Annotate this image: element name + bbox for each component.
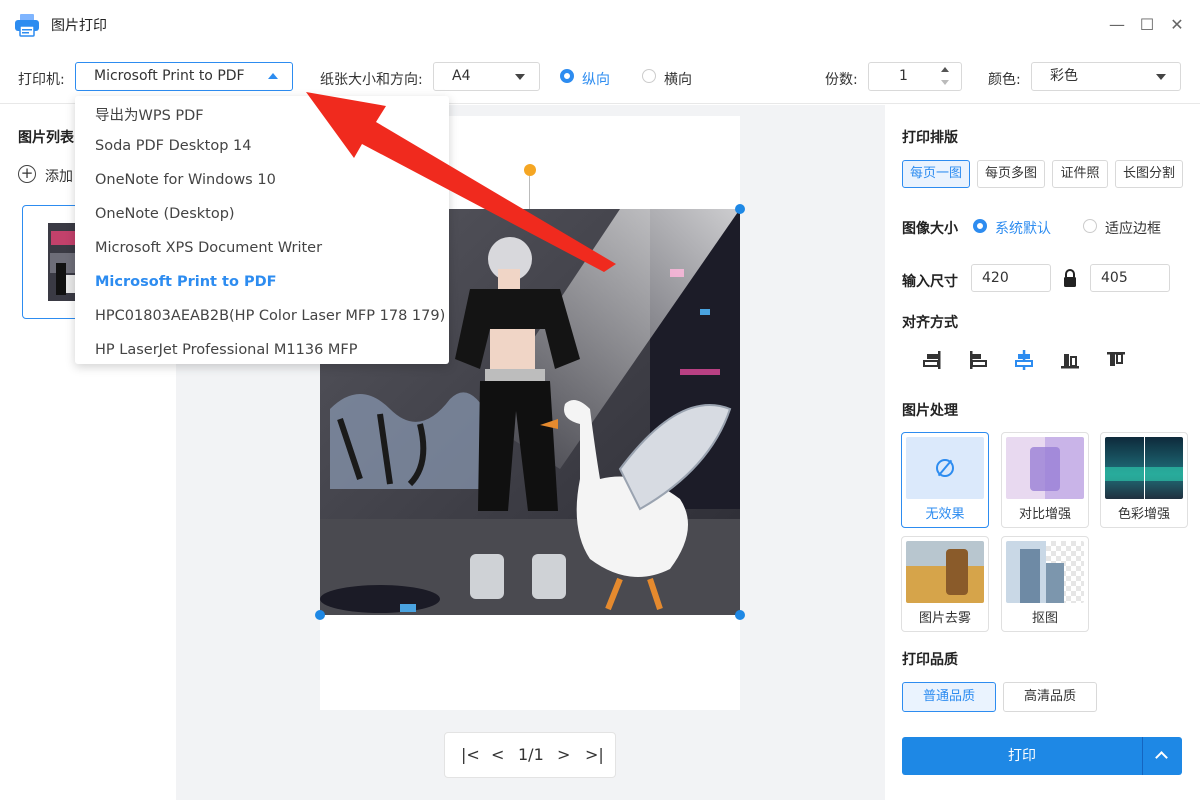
printer-select[interactable]: Microsoft Print to PDF [75,62,293,91]
effect-contrast[interactable]: 对比增强 [1001,432,1089,528]
caret-down-icon [1156,74,1166,80]
next-page-button[interactable]: > [557,745,570,764]
pagination: |< < 1/1 > >| [444,732,616,778]
width-input[interactable]: 420 [971,264,1051,292]
printer-option[interactable]: Microsoft XPS Document Writer [95,240,322,256]
portrait-radio[interactable] [560,69,574,83]
chevron-up-icon[interactable] [1155,751,1168,764]
size-default-radio[interactable] [973,219,987,233]
effect-cutout[interactable]: 抠图 [1001,536,1089,632]
settings-panel: 打印排版 每页一图 每页多图 证件照 长图分割 图像大小 系统默认 适应边框 输… [885,105,1200,800]
stepper-up-icon[interactable] [941,67,949,72]
effect-none-preview [906,437,984,499]
size-default-label[interactable]: 系统默认 [995,218,1051,238]
print-button-label: 打印 [1008,748,1036,764]
effect-none[interactable]: 无效果 [901,432,989,528]
effect-contrast-preview [1006,437,1084,499]
print-quality-title: 打印品质 [902,652,958,668]
landscape-label[interactable]: 横向 [664,69,692,89]
image-list-title: 图片列表 [18,130,74,146]
window-title: 图片打印 [51,18,107,34]
printer-icon [15,14,39,37]
resize-handle-top-right[interactable] [735,204,745,214]
printer-option[interactable]: OneNote for Windows 10 [95,172,276,188]
effect-color-preview [1105,437,1183,499]
color-select[interactable]: 彩色 [1031,62,1181,91]
last-page-button[interactable]: >| [585,745,604,764]
effect-color[interactable]: 色彩增强 [1100,432,1188,528]
portrait-label[interactable]: 纵向 [582,69,610,89]
image-processing-title: 图片处理 [902,403,958,419]
quality-normal[interactable]: 普通品质 [902,682,996,712]
layout-one-per-page[interactable]: 每页一图 [902,160,970,188]
printer-option[interactable]: OneNote (Desktop) [95,206,235,222]
input-size-label: 输入尺寸 [902,274,958,290]
size-fit-radio[interactable] [1083,219,1097,233]
printer-option[interactable]: HPC01803AEAB2B(HP Color Laser MFP 178 17… [95,308,445,324]
effect-dehaze-preview [906,541,984,603]
align-top-icon[interactable] [1105,349,1127,371]
printer-option[interactable]: 导出为WPS PDF [95,104,204,125]
layout-multi-per-page[interactable]: 每页多图 [977,160,1045,188]
effect-contrast-label: 对比增强 [1018,507,1071,522]
add-icon[interactable]: + [18,165,36,183]
layout-id-photo[interactable]: 证件照 [1052,160,1108,188]
rotate-handle[interactable] [524,164,536,176]
effect-cutout-preview [1006,541,1084,603]
caret-down-icon [515,74,525,80]
first-page-button[interactable]: |< [461,745,480,764]
paper-select-value: A4 [452,68,471,84]
printer-label: 打印机: [18,72,65,88]
add-image-button[interactable]: 添加 [45,166,73,186]
stepper-down-icon[interactable] [941,80,949,85]
rotate-handle-line [529,176,530,209]
printer-option[interactable]: Soda PDF Desktop 14 [95,138,252,154]
alignment-title: 对齐方式 [902,315,958,331]
effect-dehaze[interactable]: 图片去雾 [901,536,989,632]
copies-stepper[interactable]: 1 [868,62,962,91]
copies-value: 1 [899,68,908,84]
effect-cutout-label: 抠图 [1031,611,1058,626]
prev-page-button[interactable]: < [491,745,504,764]
lock-icon[interactable] [1062,269,1078,287]
landscape-radio[interactable] [642,69,656,83]
resize-handle-bottom-right[interactable] [735,610,745,620]
close-button[interactable]: ✕ [1166,14,1188,36]
paper-label: 纸张大小和方向: [320,72,423,88]
effect-dehaze-label: 图片去雾 [918,611,971,626]
color-select-value: 彩色 [1050,68,1078,84]
layout-long-split[interactable]: 长图分割 [1115,160,1183,188]
minimize-button[interactable]: — [1106,14,1128,36]
height-input[interactable]: 405 [1090,264,1170,292]
print-button[interactable]: 打印 [902,737,1182,775]
printer-select-value: Microsoft Print to PDF [94,68,245,84]
page-indicator: 1/1 [518,745,544,764]
layout-title: 打印排版 [902,130,958,146]
color-label: 颜色: [988,72,1021,88]
printer-option-selected[interactable]: Microsoft Print to PDF [95,274,277,290]
maximize-button[interactable]: ☐ [1136,14,1158,36]
printer-option[interactable]: HP LaserJet Professional M1136 MFP [95,342,358,358]
align-right-icon[interactable] [967,349,989,371]
copies-label: 份数: [825,72,858,88]
thumbnail-image [48,223,78,301]
resize-handle-bottom-left[interactable] [315,610,325,620]
align-left-icon[interactable] [921,349,943,371]
align-center-icon[interactable] [1013,349,1035,371]
image-size-title: 图像大小 [902,221,958,237]
size-fit-label[interactable]: 适应边框 [1105,218,1161,238]
quality-hd[interactable]: 高清品质 [1003,682,1097,712]
effect-color-label: 色彩增强 [1117,507,1170,522]
printer-dropdown-menu: 导出为WPS PDF Soda PDF Desktop 14 OneNote f… [75,96,449,364]
caret-up-icon [268,73,278,79]
effect-none-label: 无效果 [925,507,965,522]
title-bar: 图片打印 — ☐ ✕ [0,0,1200,50]
align-bottom-icon[interactable] [1059,349,1081,371]
paper-select[interactable]: A4 [433,62,540,91]
